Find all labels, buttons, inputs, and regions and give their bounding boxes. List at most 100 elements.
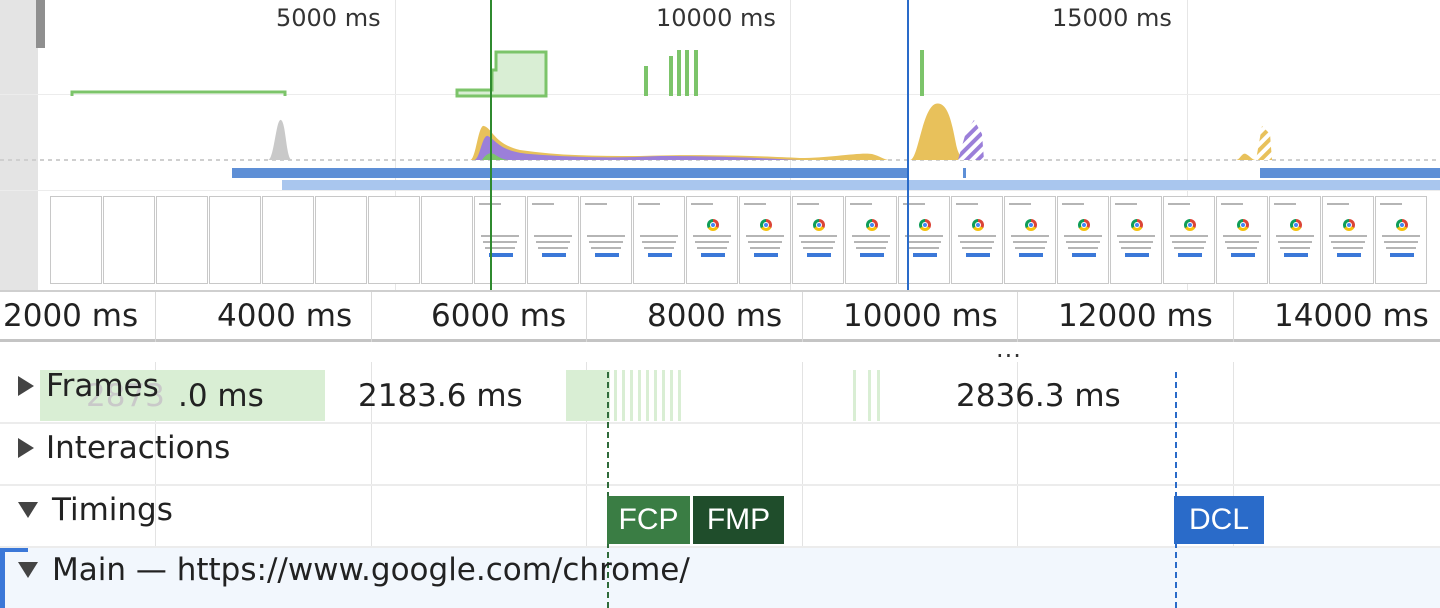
filmstrip-frame[interactable] — [792, 196, 844, 284]
ruler-label: 6000 ms — [431, 298, 567, 334]
timings-track-header[interactable]: Timings — [18, 492, 173, 528]
cpu-hatched-block-small — [1256, 126, 1272, 160]
thumb-text-line — [850, 203, 872, 205]
filmstrip-frame[interactable] — [580, 196, 632, 284]
thumb-text-line — [1174, 247, 1204, 249]
filmstrip-frame[interactable] — [1004, 196, 1056, 284]
thumb-text-line — [1329, 235, 1367, 237]
chrome-logo-center — [1028, 222, 1034, 228]
frame-block[interactable] — [630, 370, 633, 421]
timings-track-label: Timings — [52, 492, 173, 528]
filmstrip-frame[interactable] — [845, 196, 897, 284]
thumb-text-line — [1064, 235, 1102, 237]
ruler-divider — [371, 292, 372, 342]
frame-block[interactable] — [614, 370, 617, 421]
frames-track-header[interactable]: Frames — [18, 368, 159, 404]
ruler-label: 10000 ms — [843, 298, 998, 334]
overview-lane-divider — [0, 190, 1440, 191]
thumb-text-line — [1384, 241, 1418, 243]
filmstrip-frame[interactable] — [1057, 196, 1109, 284]
filmstrip-blank-frame[interactable] — [368, 196, 420, 284]
triangle-right-icon[interactable] — [18, 376, 34, 396]
thumb-text-line — [1327, 203, 1349, 205]
filmstrip-frame[interactable] — [1216, 196, 1268, 284]
filmstrip-frame[interactable] — [474, 196, 526, 284]
chrome-logo-center — [1399, 222, 1405, 228]
frame-block[interactable] — [654, 370, 657, 421]
filmstrip-frame[interactable] — [686, 196, 738, 284]
thumb-text-line — [801, 241, 835, 243]
fmp-marker[interactable]: FMP — [693, 496, 784, 544]
triangle-right-icon[interactable] — [18, 438, 34, 458]
thumb-text-line — [1066, 241, 1100, 243]
frame-block[interactable] — [877, 370, 880, 421]
filmstrip-frame[interactable] — [1322, 196, 1374, 284]
filmstrip-frame[interactable] — [739, 196, 791, 284]
filmstrip-blank-frame[interactable] — [156, 196, 208, 284]
filmstrip-blank-frame[interactable] — [50, 196, 102, 284]
thumb-text-line — [746, 235, 784, 237]
thumb-text-line — [538, 247, 568, 249]
thumb-text-line — [854, 241, 888, 243]
track-selection-indicator — [0, 548, 5, 608]
filmstrip-frame[interactable] — [1375, 196, 1427, 284]
frame-block[interactable] — [662, 370, 665, 421]
frame-block[interactable] — [670, 370, 673, 421]
frame-block[interactable] — [853, 370, 856, 421]
thumb-text-line — [1009, 203, 1031, 205]
timeline-tracks[interactable]: 2873 .0 ms 2183.6 ms 2836.3 ms Frames In… — [0, 362, 1440, 608]
filmstrip-blank-frame[interactable] — [103, 196, 155, 284]
interactions-track[interactable]: Interactions — [0, 424, 1440, 486]
filmstrip-frame[interactable] — [1110, 196, 1162, 284]
frame-block[interactable] — [868, 370, 871, 421]
frame-block[interactable] — [566, 370, 610, 421]
thumb-text-line — [803, 247, 833, 249]
frame-block[interactable] — [646, 370, 649, 421]
filmstrip-frame[interactable] — [898, 196, 950, 284]
frame-block[interactable] — [622, 370, 625, 421]
main-track-header[interactable]: Main — https://www.google.com/chrome/ — [18, 552, 690, 588]
triangle-down-icon[interactable] — [18, 502, 38, 518]
frame-duration-label: 2836.3 ms — [956, 378, 1121, 414]
filmstrip-frame[interactable] — [1163, 196, 1215, 284]
filmstrip-blank-frame[interactable] — [209, 196, 261, 284]
timeline-overview[interactable]: 5000 ms 10000 ms 15000 ms — [0, 0, 1440, 290]
frames-track[interactable]: 2873 .0 ms 2183.6 ms 2836.3 ms Frames — [0, 362, 1440, 424]
filmstrip-blank-frame[interactable] — [421, 196, 473, 284]
thumb-text-line — [591, 247, 621, 249]
filmstrip-frame[interactable] — [633, 196, 685, 284]
frame-duration-label: .0 ms — [178, 378, 264, 414]
thumb-download-button — [701, 253, 725, 257]
chrome-logo-center — [869, 222, 875, 228]
main-thread-track[interactable]: Main — https://www.google.com/chrome/ — [0, 548, 1440, 608]
interactions-track-label: Interactions — [46, 430, 231, 466]
thumb-download-button — [807, 253, 831, 257]
dcl-marker[interactable]: DCL — [1174, 496, 1264, 544]
thumb-text-line — [1011, 235, 1049, 237]
fcp-marker[interactable]: FCP — [607, 496, 690, 544]
cpu-scripting-peak — [910, 103, 966, 160]
frame-block[interactable] — [678, 370, 681, 421]
triangle-down-icon[interactable] — [18, 562, 38, 578]
thumb-text-line — [638, 203, 660, 205]
panel-resize-handle[interactable]: ... — [996, 337, 1022, 361]
interactions-track-header[interactable]: Interactions — [18, 430, 230, 466]
thumb-text-line — [744, 203, 766, 205]
overview-fmp-line — [490, 0, 492, 290]
frame-block[interactable] — [638, 370, 641, 421]
filmstrip-frame[interactable] — [1269, 196, 1321, 284]
thumb-text-line — [799, 235, 837, 237]
thumb-text-line — [483, 241, 517, 243]
filmstrip-blank-frame[interactable] — [315, 196, 367, 284]
screenshot-filmstrip[interactable] — [50, 196, 1440, 288]
filmstrip-frame[interactable] — [527, 196, 579, 284]
cpu-small-peak — [1236, 153, 1256, 160]
filmstrip-blank-frame[interactable] — [262, 196, 314, 284]
chrome-logo-center — [710, 222, 716, 228]
thumb-text-line — [691, 203, 713, 205]
time-ruler[interactable]: 2000 ms 4000 ms 6000 ms 8000 ms 10000 ms… — [0, 290, 1440, 342]
thumb-download-button — [966, 253, 990, 257]
thumb-download-button — [489, 253, 513, 257]
filmstrip-frame[interactable] — [951, 196, 1003, 284]
thumb-text-line — [1331, 241, 1365, 243]
